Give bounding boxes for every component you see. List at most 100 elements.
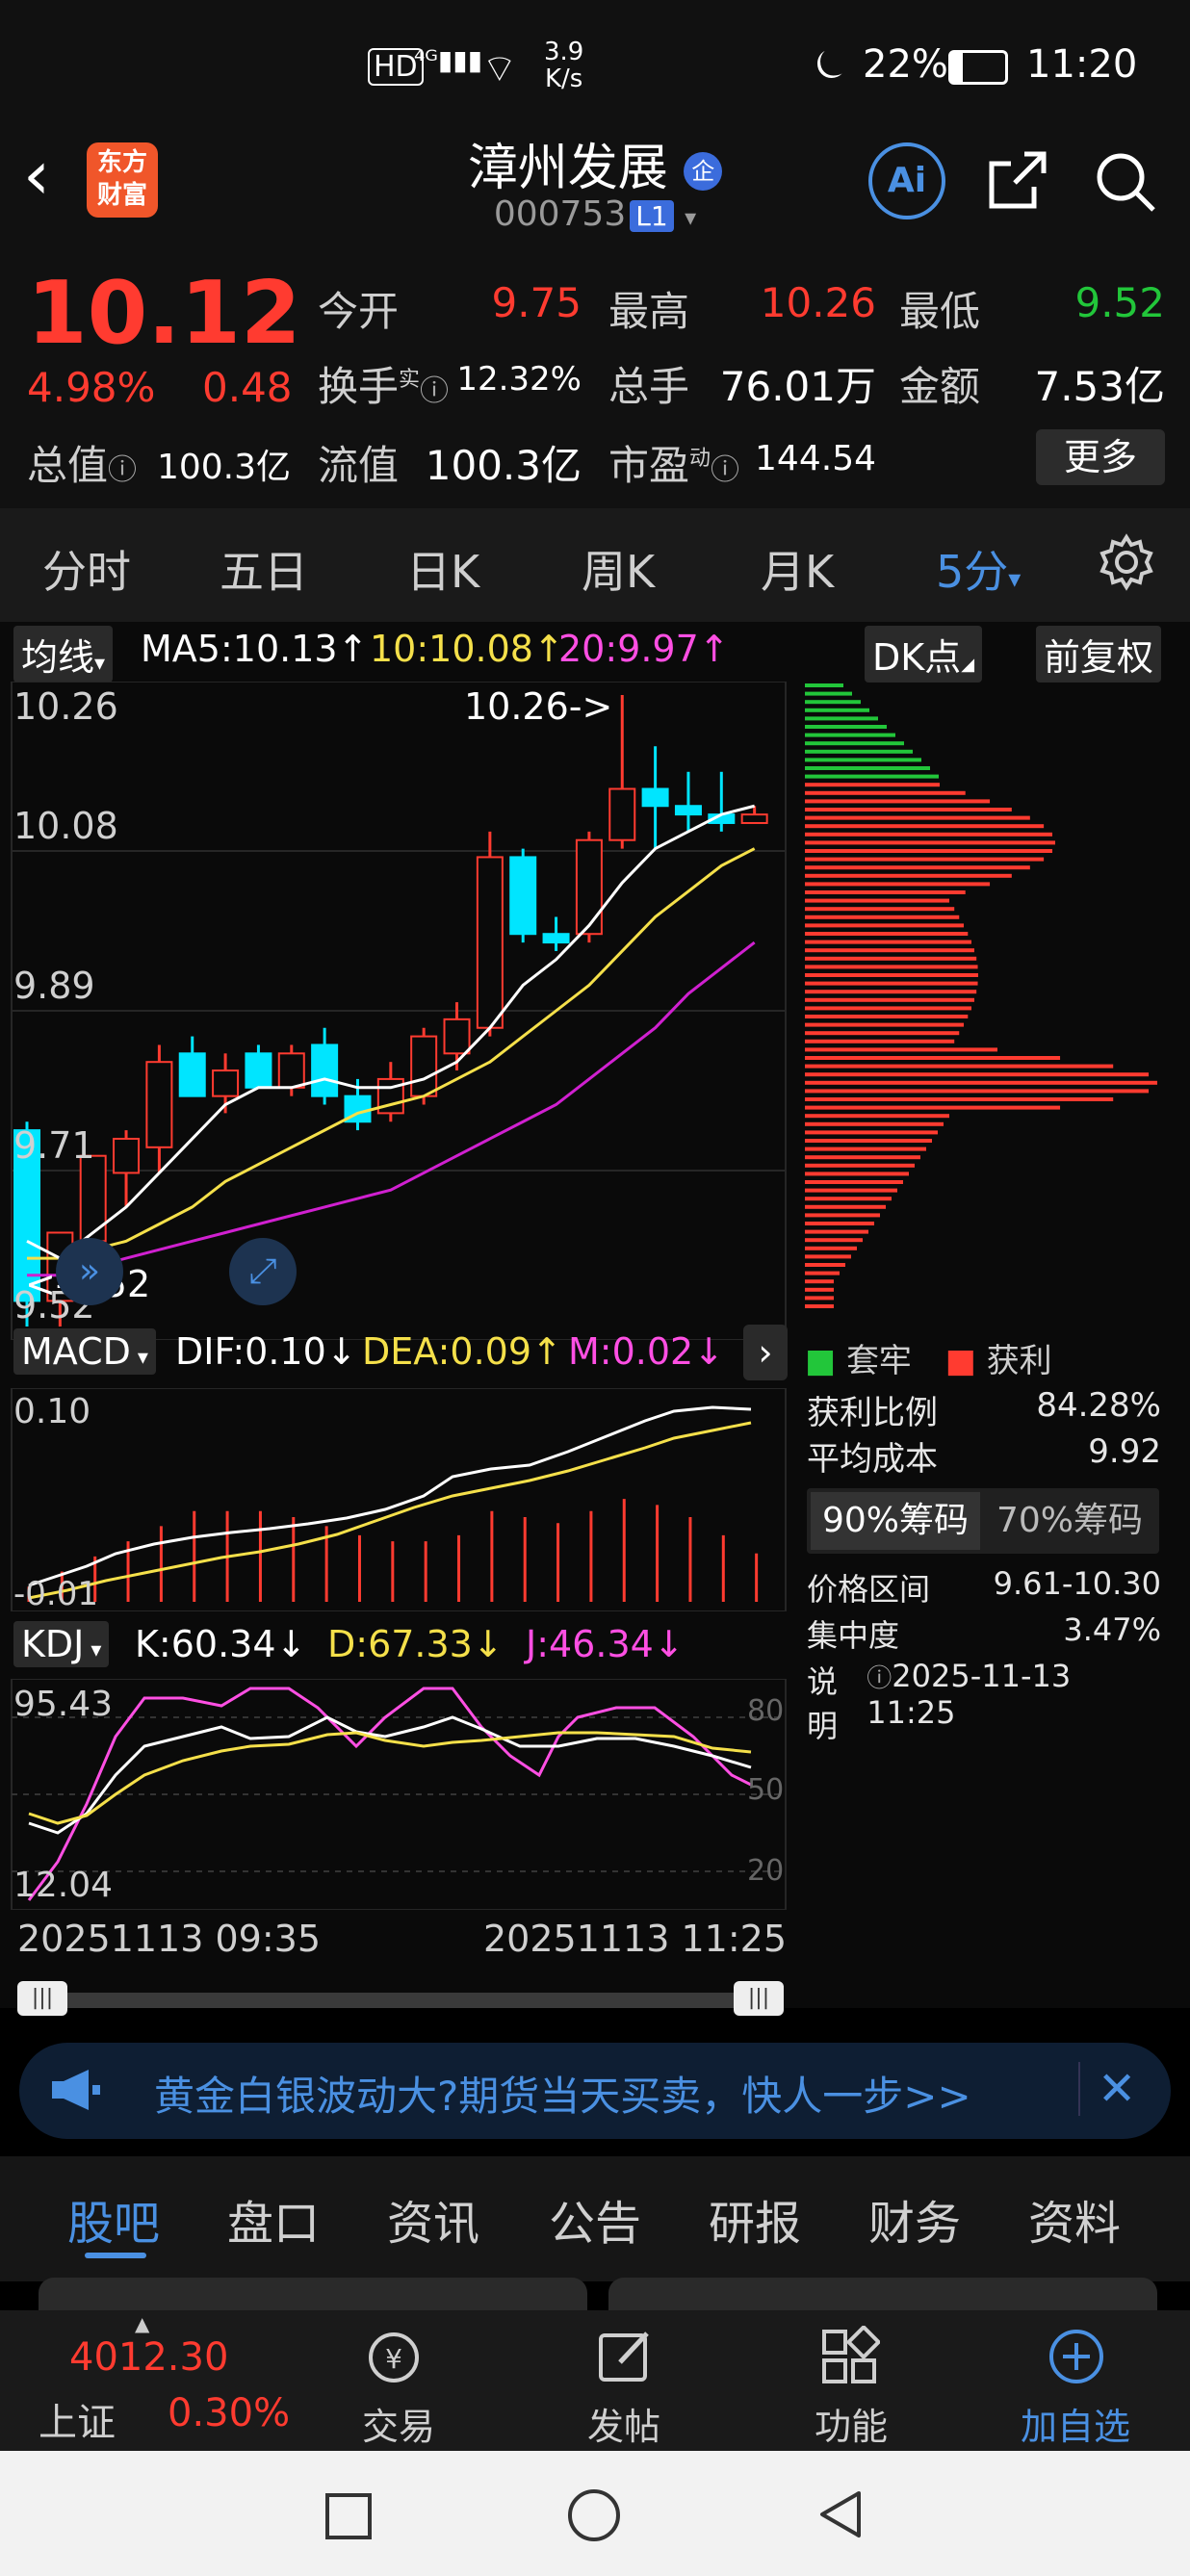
nav-add-watchlist[interactable]: 加自选 [1021,2397,1130,2450]
tab-70-chips[interactable]: 70%筹码 [984,1492,1155,1550]
megaphone-icon [48,2066,102,2118]
home-icon[interactable] [568,2489,620,2541]
macd-axis-top: 0.10 [13,1392,91,1431]
tab-90-chips[interactable]: 90%筹码 [811,1492,980,1550]
kdj-ref-20: 20 [747,1854,785,1888]
promo-banner[interactable]: 黄金白银波动大?期货当天买卖，快人一步>> ✕ [19,2043,1171,2139]
tab-daily-k[interactable]: 日K [406,537,479,601]
chip-bar [805,1246,857,1250]
chip-bar [805,1296,834,1301]
function-icon[interactable] [818,2324,882,2391]
chip-bar [805,774,939,779]
index-value: 4012.30 [69,2335,229,2380]
index-ticker[interactable]: ▲ 4012.30 上证 0.30% [0,2310,308,2451]
close-icon[interactable]: ✕ [1078,2062,1136,2116]
tab-5min[interactable]: 5分▾ [936,537,1021,601]
macd-selector[interactable]: MACD ▾ [13,1328,156,1375]
chip-bar [805,1015,969,1018]
search-icon[interactable] [1092,148,1159,219]
chip-bar [805,1031,960,1036]
range-handle-right[interactable]: ||| [734,1981,784,2016]
chip-bar [805,1114,949,1119]
expand-icon[interactable]: ⤢ [229,1238,297,1305]
adjust-button[interactable]: 前复权 [1036,626,1162,683]
chip-bar [805,766,930,770]
chip-bar [805,997,974,1002]
kdj-chart[interactable] [0,1679,789,1910]
chip-bar [805,691,852,696]
candle-body [575,838,603,936]
pe-label: 市盈动ⓘ [608,442,740,489]
chip-bar [805,898,949,903]
tab-weekly-k[interactable]: 周K [582,537,655,601]
ai-button[interactable]: Ai [868,142,945,219]
battery-icon [948,50,1008,85]
chip-bar [805,882,991,887]
amount-value: 7.53亿 [1034,363,1165,410]
recent-apps-icon[interactable] [325,2493,372,2539]
nav-post[interactable]: 发帖 [587,2397,660,2450]
chip-bar [805,948,974,953]
chip-bar [805,932,969,936]
chip-bar [805,1304,834,1308]
tab-announcements[interactable]: 公告 [549,2185,641,2253]
turnover-label: 换手实ⓘ [318,363,450,410]
nav-trade[interactable]: 交易 [362,2397,435,2450]
k-legend: K:60.34↓ [135,1623,307,1665]
avg-cost-row: 平均成本 9.92 [807,1432,1161,1479]
dea-legend: DEA:0.09↑ [362,1330,562,1373]
index-change: 0.30% [168,2391,291,2435]
settings-icon[interactable] [1098,533,1155,595]
candle-body [245,1052,272,1089]
nav-function[interactable]: 功能 [815,2397,888,2450]
candle-body [674,805,702,816]
tab-research[interactable]: 研报 [709,2185,801,2253]
macd-chart[interactable] [0,1388,789,1611]
tab-guba[interactable]: 股吧 [67,2185,160,2253]
chip-bar [805,815,1030,820]
candle-body [509,856,537,936]
chart-area: 均线▾ MA5:10.13↑ 10:10.08↑ 20:9.97↑ DK点◢ 前… [0,622,1190,2016]
j-legend: J:46.34↓ [526,1623,685,1665]
chip-bar [805,907,955,912]
battery-percent: 22% [863,42,948,87]
range-scrollbar[interactable] [17,1993,784,2008]
post-icon[interactable] [595,2326,657,2391]
trade-icon[interactable]: ¥ [360,2328,427,2391]
back-nav-icon[interactable] [815,2487,865,2545]
next-indicator-icon[interactable]: › [743,1325,788,1380]
add-watchlist-icon[interactable] [1046,2326,1107,2391]
chip-stats-2: 价格区间 9.61-10.30 集中度 3.47% 说明 ⓘ2025-11-13 11… [807,1565,1161,1744]
tab-intraday[interactable]: 分时 [42,537,131,601]
collapse-icon[interactable]: » [56,1238,123,1305]
kdj-ref-50: 50 [747,1773,785,1807]
share-icon[interactable] [986,148,1049,216]
candle-body [410,1035,438,1097]
mktcap-label: 总值ⓘ [27,442,138,489]
range-handle-left[interactable]: ||| [17,1981,67,2016]
tab-profile[interactable]: 资料 [1028,2185,1121,2253]
chip-bar [805,1072,1150,1077]
candlestick-chart[interactable] [0,682,789,1340]
more-button[interactable]: 更多 [1036,429,1165,485]
candle-body [277,1052,305,1089]
kdj-selector[interactable]: KDJ ▾ [13,1621,110,1667]
turnover-value: 12.32% [456,360,582,399]
tab-monthly-k[interactable]: 月K [761,537,834,601]
chip-bar [805,749,913,754]
chip-bar [805,973,978,977]
float-label: 流值 [318,442,400,489]
mktcap-value: 100.3亿 [156,448,291,487]
indicator-selector[interactable]: 均线▾ [13,626,114,683]
time-start: 20251113 09:35 [17,1918,322,1960]
tab-news[interactable]: 资讯 [387,2185,479,2253]
float-value: 100.3亿 [425,442,582,489]
chip-bar [805,965,978,969]
tab-five-day[interactable]: 五日 [220,537,308,601]
j-line [27,1687,752,1901]
tab-finance[interactable]: 财务 [868,2185,961,2253]
dk-point-button[interactable]: DK点◢ [865,626,983,683]
tab-pankou[interactable]: 盘口 [227,2185,320,2253]
signal-icon: ⁴ᴳ▮▮▮ [414,44,483,76]
enterprise-badge: 企 [684,152,723,191]
